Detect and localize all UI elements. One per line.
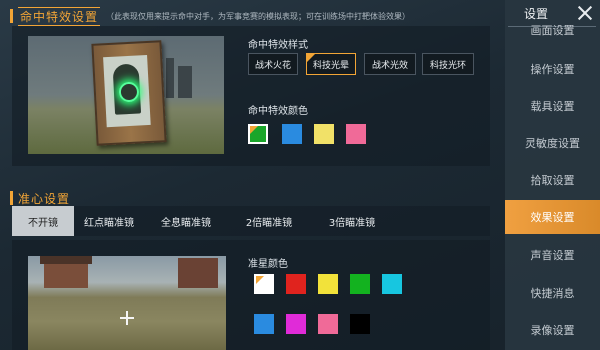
close-icon[interactable] [574, 2, 596, 24]
sidebar-item-audio[interactable]: 声音设置 [505, 238, 600, 272]
sidebar-item-controls[interactable]: 操作设置 [505, 52, 600, 86]
hit-style-option-1[interactable]: 战术火花 [248, 53, 298, 75]
crosshair-color-swatch-1[interactable] [254, 274, 274, 294]
selected-check-icon [250, 126, 258, 134]
hit-color-swatch-3[interactable] [314, 124, 334, 144]
tab-no-scope[interactable]: 不开镜 [12, 206, 74, 236]
crosshair-color-swatch-8[interactable] [318, 314, 338, 334]
crosshair-title: 准心设置 [18, 191, 71, 206]
hit-style-option-1-label: 战术火花 [255, 60, 292, 71]
settings-title: 设置 [524, 7, 549, 21]
crosshair-color-label: 准星颜色 [248, 259, 288, 270]
selected-check-icon [307, 54, 315, 62]
hit-color-label: 命中特效颜色 [248, 106, 308, 117]
sidebar-item-graphics[interactable]: 画面设置 [505, 22, 600, 40]
sidebar-item-vehicle[interactable]: 载具设置 [505, 89, 600, 123]
crosshair-color-swatch-3[interactable] [318, 274, 338, 294]
background-tower [166, 58, 174, 98]
tab-2x-scope[interactable]: 2倍瞄准镜 [228, 206, 310, 236]
crosshair-color-swatch-4[interactable] [350, 274, 370, 294]
hit-color-swatch-2[interactable] [282, 124, 302, 144]
sidebar-item-quick-messages[interactable]: 快捷消息 [505, 276, 600, 310]
crosshair-color-swatch-7[interactable] [286, 314, 306, 334]
hit-color-swatch-1[interactable] [248, 124, 268, 144]
hit-effect-header: 命中特效设置 （此表现仅用来提示命中对手，为军事竞赛的模拟表现；可在训练场中打靶… [10, 6, 410, 26]
crosshair-icon-vertical [126, 311, 128, 325]
background-roof [40, 256, 92, 264]
sidebar-item-effects[interactable]: 效果设置 [505, 200, 600, 234]
background-house [44, 262, 88, 288]
hit-style-option-3-label: 战术光效 [371, 60, 408, 71]
crosshair-header: 准心设置 [10, 188, 70, 208]
scope-tabs: 不开镜 红点瞄准镜 全息瞄准镜 2倍瞄准镜 3倍瞄准镜 [12, 206, 490, 236]
hit-effect-preview [28, 36, 224, 154]
target-board [91, 40, 167, 146]
crosshair-color-swatch-6[interactable] [254, 314, 274, 334]
hit-style-label: 命中特效样式 [248, 40, 308, 51]
background-building [178, 66, 192, 98]
hit-style-option-4-label: 科技光环 [429, 60, 466, 71]
crosshair-preview [28, 256, 226, 350]
crosshair-color-swatch-5[interactable] [382, 274, 402, 294]
crosshair-color-swatch-9[interactable] [350, 314, 370, 334]
tab-3x-scope[interactable]: 3倍瞄准镜 [310, 206, 394, 236]
crosshair-color-swatch-2[interactable] [286, 274, 306, 294]
section-accent-bar [10, 9, 13, 23]
hit-effect-title: 命中特效设置 [18, 6, 101, 26]
section-accent-bar [10, 191, 13, 205]
hit-style-option-2[interactable]: 科技光晕 [306, 53, 356, 75]
hit-color-swatch-4[interactable] [346, 124, 366, 144]
target-hit-icon [118, 81, 140, 103]
hit-effect-subtitle: （此表现仅用来提示命中对手，为军事竞赛的模拟表现；可在训练场中打靶体验效果） [106, 11, 411, 21]
sidebar-item-replay[interactable]: 录像设置 [505, 313, 600, 347]
selected-check-icon [256, 276, 264, 284]
tab-holographic[interactable]: 全息瞄准镜 [144, 206, 228, 236]
sidebar-item-pickup[interactable]: 拾取设置 [505, 163, 600, 197]
tab-red-dot[interactable]: 红点瞄准镜 [74, 206, 144, 236]
target-silhouette [112, 63, 142, 115]
hit-style-option-3[interactable]: 战术光效 [364, 53, 416, 75]
target-paper [103, 55, 151, 128]
hit-style-option-4[interactable]: 科技光环 [422, 53, 474, 75]
background-barn [178, 258, 218, 288]
hit-style-option-2-label: 科技光晕 [313, 60, 350, 71]
sidebar-item-sensitivity[interactable]: 灵敏度设置 [505, 126, 600, 160]
